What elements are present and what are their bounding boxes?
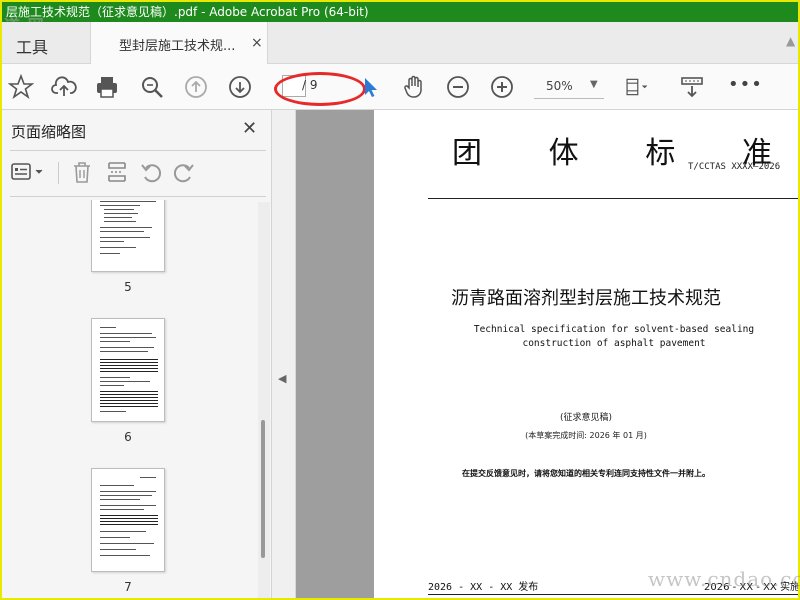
panel-toolbar (10, 160, 266, 188)
zoom-underline (534, 98, 604, 99)
document-page[interactable]: 团 体 标 准 T/CCTAS XXXX—2026 沥青路面溶剂型封层施工技术规… (374, 110, 798, 598)
trash-icon[interactable] (70, 160, 94, 184)
tab-bar: 工具 型封层施工技术规... × ▲ (2, 22, 798, 64)
select-pointer-icon[interactable] (358, 74, 384, 100)
page-down-icon[interactable] (227, 74, 253, 100)
panel-title: 页面缩略图 (11, 123, 87, 141)
panel-splitter[interactable]: ◀ (272, 110, 296, 598)
completion-date: (本草案完成时间: 2026 年 01 月) (525, 431, 647, 440)
thumbnail-page-number: 5 (124, 280, 132, 294)
thumbnail-page-number: 7 (124, 580, 132, 594)
document-title-cn: 沥青路面溶剂型封层施工技术规范 (451, 288, 721, 309)
thumbnail-page-number: 6 (124, 430, 132, 444)
panel-close-icon[interactable]: ✕ (242, 118, 257, 139)
standard-title-char: 标 (645, 136, 676, 171)
annotation-ellipse (274, 72, 366, 106)
document-title-en: Technical specification for solvent-base… (473, 324, 755, 349)
divider (428, 198, 798, 199)
divider (58, 162, 59, 184)
more-icon[interactable]: ••• (728, 74, 763, 95)
zoom-out-icon[interactable] (445, 74, 471, 100)
main-toolbar: / 9 50% ▼ ••• (2, 64, 798, 110)
rotate-right-icon[interactable] (172, 160, 196, 184)
thumbnail-list: 5 6 7 (2, 200, 258, 598)
standard-code: T/CCTAS XXXX—2026 (688, 162, 781, 172)
zoom-select[interactable]: 50% ▼ (534, 75, 604, 99)
scroll-mode-icon[interactable] (679, 74, 705, 100)
standard-title-char: 体 (548, 136, 579, 171)
issue-date: 2026 - XX - XX 发布 (428, 582, 539, 593)
print-icon[interactable] (94, 74, 120, 100)
tab-scroll-up-icon[interactable]: ▲ (786, 34, 795, 48)
hand-icon[interactable] (401, 74, 427, 100)
star-icon[interactable] (7, 73, 35, 100)
watermark-bottom-right: www.cndao.com (648, 567, 800, 591)
divider (428, 594, 798, 595)
zoom-value: 50% (546, 79, 573, 93)
window-titlebar: 层施工技术规范（征求意见稿）.pdf - Adobe Acrobat Pro (… (2, 2, 798, 22)
divider (10, 196, 266, 197)
insert-page-icon[interactable] (105, 160, 129, 184)
window-title: 层施工技术规范（征求意见稿）.pdf - Adobe Acrobat Pro (… (6, 5, 369, 19)
page-thumbnail[interactable] (91, 468, 165, 572)
tab-close-icon[interactable]: × (251, 35, 263, 51)
chevron-down-icon: ▼ (590, 79, 598, 90)
document-gutter (296, 110, 374, 598)
panel-scrollbar[interactable] (258, 202, 270, 598)
tab-tools[interactable]: 工具 (16, 34, 48, 58)
tab-document[interactable]: 型封层施工技术规... × (90, 22, 268, 64)
page-thumbnail[interactable] (91, 318, 165, 422)
collapse-panel-icon[interactable]: ◀ (278, 372, 286, 385)
page-up-icon[interactable] (183, 74, 209, 100)
zoom-search-icon[interactable] (139, 74, 165, 100)
tab-document-label: 型封层施工技术规... (119, 39, 236, 54)
zoom-in-icon[interactable] (489, 74, 515, 100)
rotate-left-icon[interactable] (139, 160, 163, 184)
cloud-upload-icon[interactable] (51, 74, 77, 100)
page-layout-icon[interactable] (624, 74, 658, 100)
patent-note: 在提交反馈意见时，请将您知道的相关专利连同支持性文件一并附上。 (462, 469, 710, 478)
draft-label: (征求意见稿) (559, 413, 613, 423)
scrollbar-thumb[interactable] (261, 420, 265, 558)
standard-title-char: 团 (452, 136, 482, 171)
thumbnail-options-icon[interactable] (10, 160, 48, 184)
divider (10, 150, 266, 151)
page-thumbnail[interactable] (91, 200, 165, 272)
thumbnails-panel: 页面缩略图 ✕ 5 6 7 (2, 110, 272, 598)
